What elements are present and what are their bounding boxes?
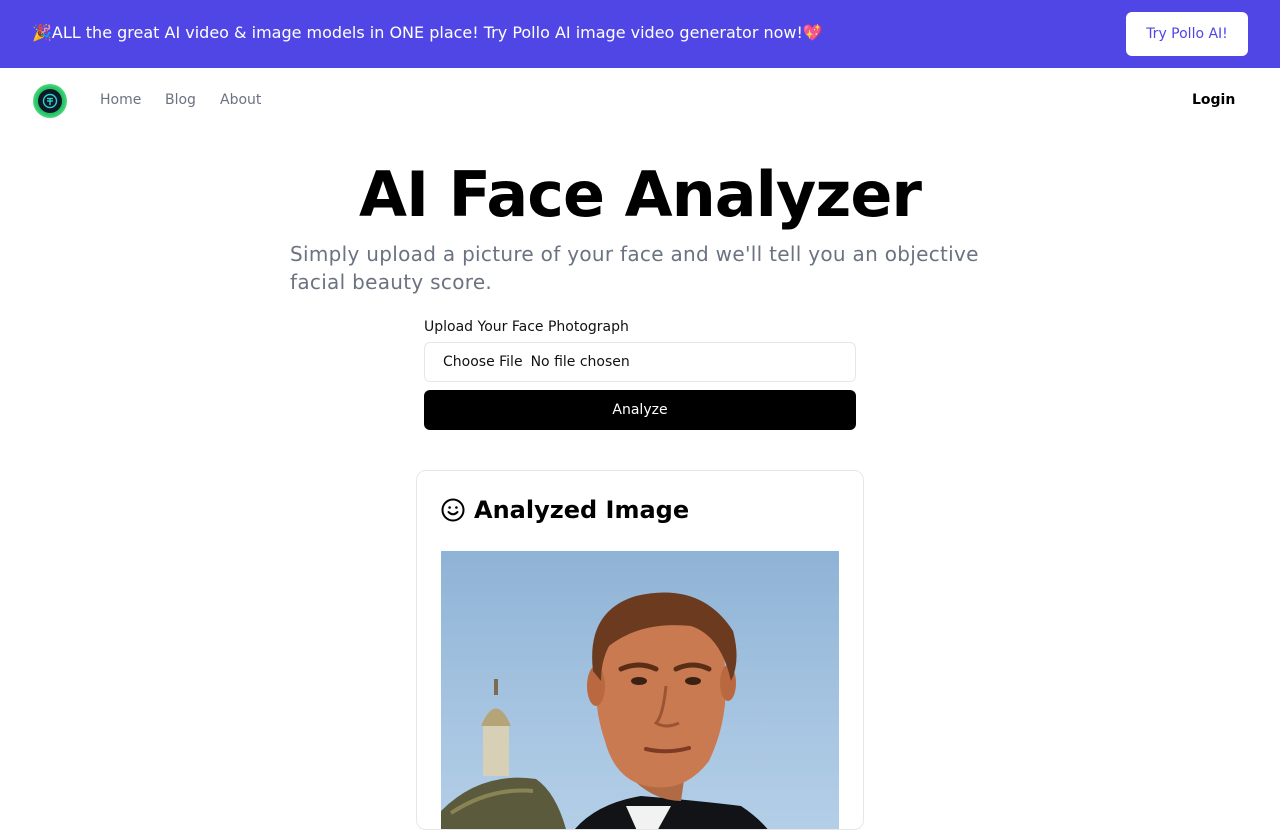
portrait-illustration: [441, 592, 768, 829]
right-eye: [685, 677, 701, 685]
dome-cupola: [481, 708, 511, 726]
card-header: Analyzed Image: [441, 495, 689, 525]
logo-mark-icon: [38, 89, 62, 113]
site-logo[interactable]: [33, 84, 67, 118]
page-title: AI Face Analyzer: [359, 158, 922, 231]
nav-blog-link[interactable]: Blog: [165, 91, 196, 109]
choose-file-button[interactable]: Choose File: [443, 354, 523, 370]
promo-banner-text: 🎉ALL the great AI video & image models i…: [32, 23, 823, 42]
smile-icon: [441, 498, 465, 522]
file-status-text: No file chosen: [530, 354, 630, 370]
dome-tower: [483, 721, 509, 776]
analyzed-image-card: Analyzed Image: [416, 470, 864, 830]
page-subtitle: Simply upload a picture of your face and…: [290, 242, 979, 294]
dome-spire: [494, 679, 498, 695]
file-upload-input[interactable]: Choose File No file chosen: [424, 342, 856, 382]
suit-shape: [574, 796, 768, 829]
left-eye: [631, 677, 647, 685]
analyzed-photo: [441, 551, 839, 829]
dome-shape: [441, 777, 566, 829]
card-title: Analyzed Image: [474, 496, 690, 524]
analyze-button[interactable]: Analyze: [424, 390, 856, 430]
upload-label: Upload Your Face Photograph: [424, 319, 629, 335]
top-nav: Home Blog About Login: [0, 68, 1280, 132]
logo-glyph-icon: [42, 93, 58, 109]
nav-home-link[interactable]: Home: [100, 91, 141, 109]
promo-banner: 🎉ALL the great AI video & image models i…: [0, 0, 1280, 68]
try-pollo-ai-button[interactable]: Try Pollo AI!: [1126, 12, 1248, 56]
login-link[interactable]: Login: [1192, 91, 1235, 109]
nav-about-link[interactable]: About: [220, 91, 261, 109]
